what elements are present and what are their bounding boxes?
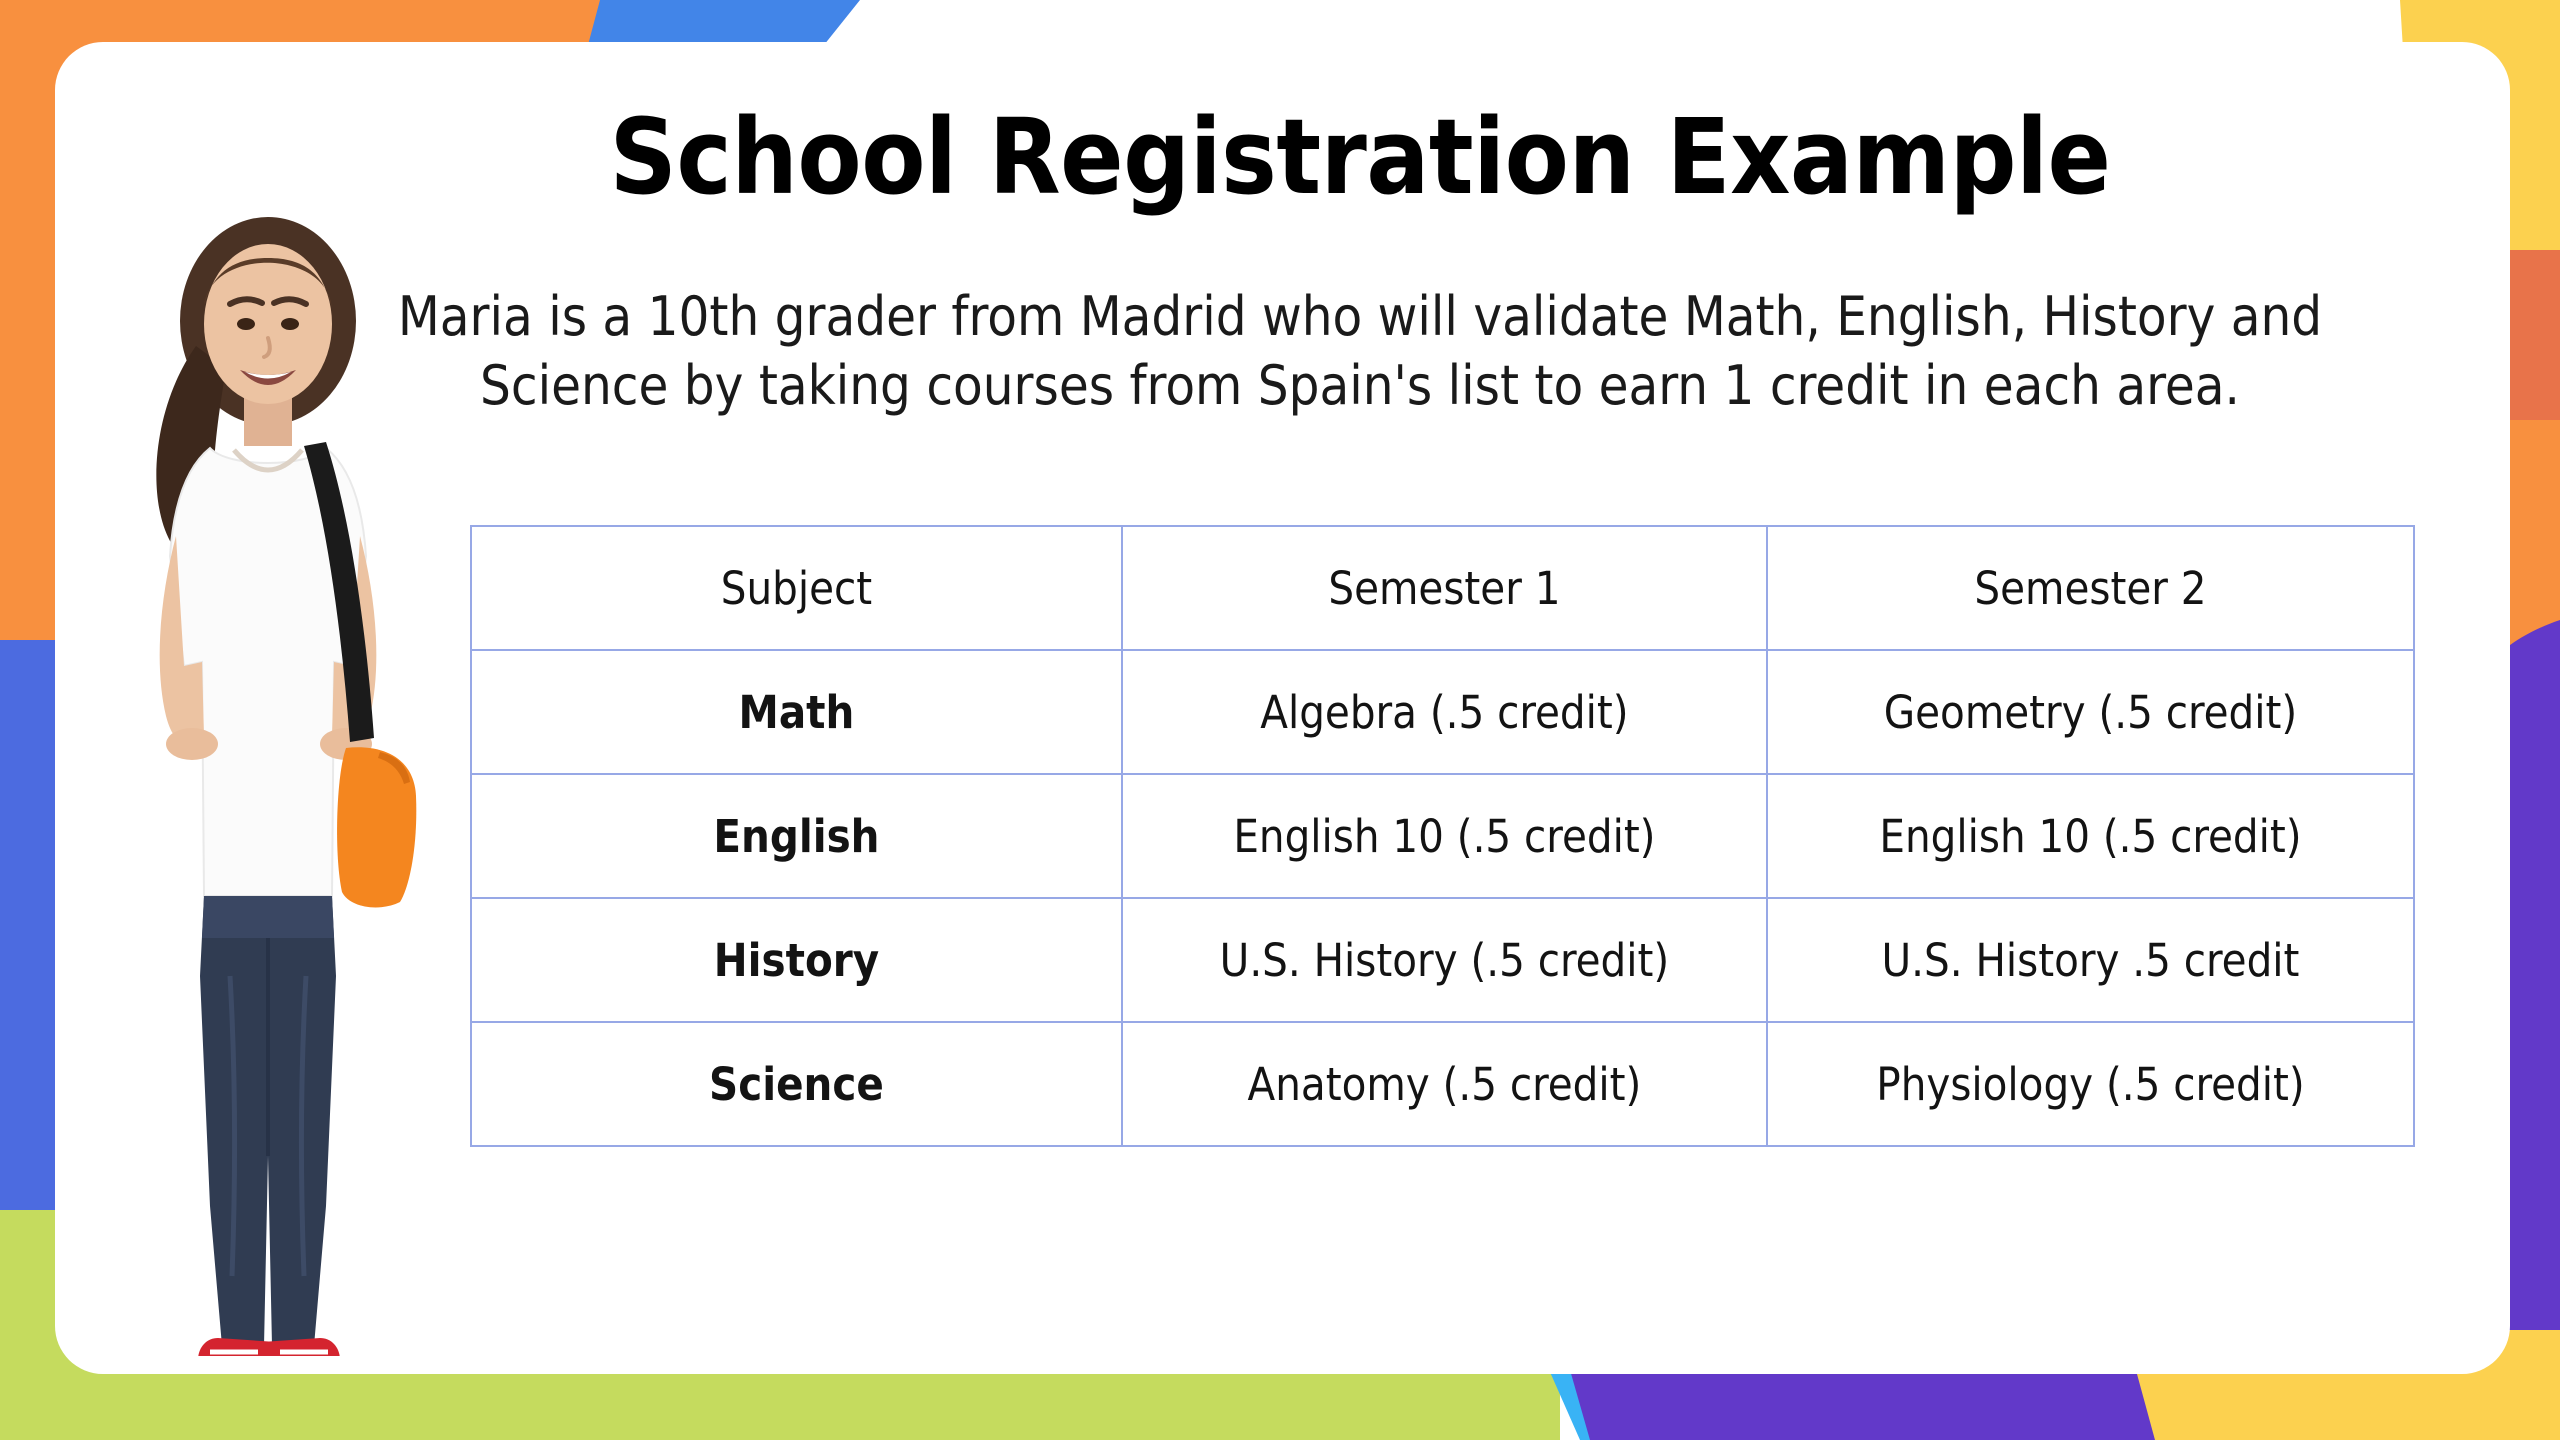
table-row: History U.S. History (.5 credit) U.S. Hi… [470,897,2416,1023]
cell-semester-1: Algebra (.5 credit) [1120,649,1768,775]
registration-table: Subject Semester 1 Semester 2 Math Algeb… [470,525,2416,1147]
column-header-subject: Subject [470,525,1123,651]
column-header-semester-2: Semester 2 [1765,525,2416,651]
hand-left [166,728,218,760]
slide-canvas: School Registration Example Maria is a 1… [0,0,2560,1440]
registration-table-container: Subject Semester 1 Semester 2 Math Algeb… [470,525,2416,1147]
table-body: Math Algebra (.5 credit) Geometry (.5 cr… [470,649,2416,1147]
table-row: Science Anatomy (.5 credit) Physiology (… [470,1021,2416,1147]
cell-semester-1: Anatomy (.5 credit) [1120,1021,1768,1147]
eye-right [281,318,299,330]
page-subtitle: Maria is a 10th grader from Madrid who w… [397,285,2323,418]
cell-semester-2: English 10 (.5 credit) [1765,773,2416,899]
table-header-row: Subject Semester 1 Semester 2 [470,525,2416,651]
table-head: Subject Semester 1 Semester 2 [470,525,2416,651]
eye-left [237,318,255,330]
column-header-semester-1: Semester 1 [1120,525,1768,651]
cell-semester-2: Geometry (.5 credit) [1765,649,2416,775]
table-row: Math Algebra (.5 credit) Geometry (.5 cr… [470,649,2416,775]
cell-semester-1: U.S. History (.5 credit) [1120,897,1768,1023]
jeans-waistband [202,896,334,938]
cell-subject: History [470,897,1123,1023]
page-title: School Registration Example [609,96,2111,218]
cell-subject: Math [470,649,1123,775]
cell-subject: Science [470,1021,1123,1147]
table-row: English English 10 (.5 credit) English 1… [470,773,2416,899]
cell-semester-1: English 10 (.5 credit) [1120,773,1768,899]
cell-semester-2: U.S. History .5 credit [1765,897,2416,1023]
cell-subject: English [470,773,1123,899]
cell-semester-2: Physiology (.5 credit) [1765,1021,2416,1147]
